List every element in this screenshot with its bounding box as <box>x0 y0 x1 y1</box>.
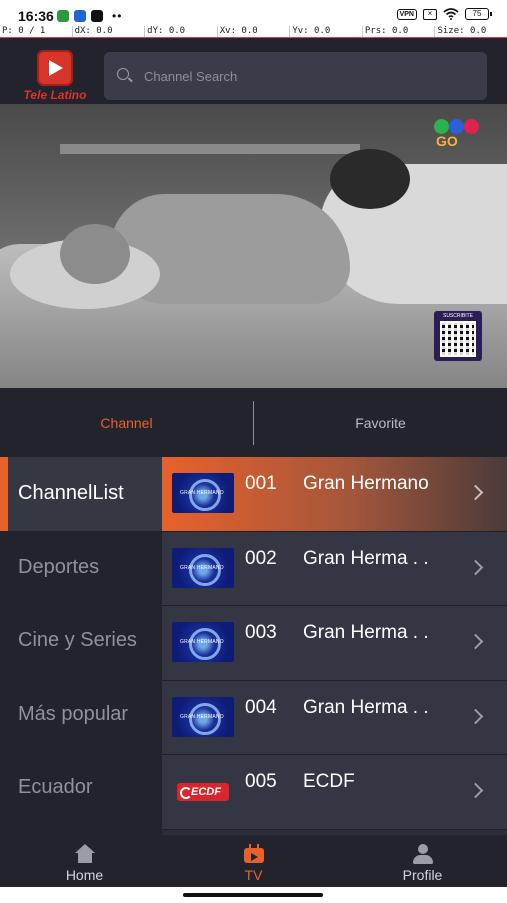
category-sidebar: ChannelList Deportes Cine y Series Más p… <box>0 457 162 835</box>
tab-bar: Channel Favorite <box>0 388 507 457</box>
system-icons: VPN × 75 <box>396 8 492 20</box>
home-gesture-bar[interactable] <box>183 893 323 897</box>
debug-dy: dY: 0.0 <box>144 26 217 37</box>
search-icon <box>117 68 133 84</box>
channel-thumbnail: ECDF <box>172 771 234 811</box>
channel-number: 003 <box>245 622 277 643</box>
profile-icon <box>412 844 434 864</box>
channel-name: Gran Herma . . <box>303 622 429 643</box>
debug-pointer: P: 0 / 1 <box>2 26 46 36</box>
broadcaster-logo-text: GO <box>436 133 458 149</box>
category-ecuador[interactable]: Ecuador <box>0 751 162 825</box>
channel-name: Gran Herma . . <box>303 696 429 718</box>
channel-thumbnail <box>172 473 234 513</box>
bottom-navigation: Home TV Profile <box>0 835 507 887</box>
channel-number: 004 <box>245 696 277 718</box>
debug-prs: Prs: 0.0 <box>361 26 435 37</box>
nav-home[interactable]: Home <box>0 835 169 887</box>
wifi-icon <box>443 8 459 20</box>
channel-thumbnail <box>172 622 234 662</box>
channel-row[interactable]: 001 Gran Hermano <box>162 457 507 532</box>
channel-search-input[interactable]: Channel Search <box>104 52 487 100</box>
qr-label: SUSCRIBITE <box>442 313 473 319</box>
nav-profile[interactable]: Profile <box>338 835 507 887</box>
broadcaster-logo: GO <box>434 119 484 151</box>
debug-size: Size: 0.0 <box>434 26 507 37</box>
chevron-right-icon <box>467 484 484 501</box>
channel-row[interactable]: 002 Gran Herma . . <box>162 531 507 606</box>
nav-home-label: Home <box>65 867 104 883</box>
channel-list: 001 Gran Hermano 002 Gran Herma . . 003 … <box>162 457 507 835</box>
debug-yv: Yv: 0.0 <box>289 26 362 37</box>
channel-thumbnail <box>172 696 234 737</box>
category-cine-y-series[interactable]: Cine y Series <box>0 604 162 678</box>
app-notification-icon <box>74 10 86 22</box>
sim-off-icon: × <box>423 8 437 20</box>
qr-code-icon <box>440 321 476 357</box>
play-logo-icon <box>37 50 73 86</box>
category-deportes[interactable]: Deportes <box>0 531 162 605</box>
vpn-icon: VPN <box>396 8 417 20</box>
tv-icon <box>243 844 265 864</box>
app-logo[interactable]: Tele Latino <box>20 50 90 104</box>
category-mas-popular[interactable]: Más popular <box>0 678 162 752</box>
battery-icon: 75 <box>465 8 492 20</box>
channel-name: Gran Hermano <box>303 473 429 494</box>
ecdf-logo: ECDF <box>177 783 229 801</box>
search-placeholder: Channel Search <box>144 68 238 84</box>
debug-xv: Xv: 0.0 <box>216 26 290 37</box>
channel-row[interactable]: 003 Gran Herma . . <box>162 606 507 681</box>
home-icon <box>74 844 96 864</box>
more-notifications-icon: •• <box>112 9 123 23</box>
app-notification-icon <box>91 10 103 22</box>
chevron-right-icon <box>467 708 484 724</box>
nav-tv-label: TV <box>244 867 263 883</box>
pointer-debug-bar: P: 0 / 1 dX: 0.0 dY: 0.0 Xv: 0.0 Yv: 0.0… <box>0 26 507 38</box>
video-player[interactable]: GO SUSCRIBITE <box>0 104 507 388</box>
category-channellist[interactable]: ChannelList <box>0 457 162 531</box>
channel-number: 002 <box>245 547 277 569</box>
gesture-area <box>0 887 507 903</box>
channel-row[interactable]: 004 Gran Herma . . <box>162 680 507 755</box>
channel-number: 001 <box>245 473 277 494</box>
tab-favorite[interactable]: Favorite <box>254 415 507 431</box>
channel-thumbnail <box>172 547 234 588</box>
app-header: Tele Latino Channel Search <box>0 38 507 104</box>
chevron-right-icon <box>467 782 484 799</box>
debug-dx: dX: 0.0 <box>71 26 145 37</box>
notification-icons: •• <box>57 9 122 23</box>
channel-name: ECDF <box>303 771 355 792</box>
app-notification-icon <box>57 10 69 22</box>
channel-number: 005 <box>245 771 277 792</box>
chevron-right-icon <box>467 633 484 650</box>
chevron-right-icon <box>467 559 484 575</box>
channel-row[interactable]: ECDF 005 ECDF <box>162 755 507 830</box>
tv-screen: Tele Latino Channel Search GO SUSCRIBITE… <box>0 38 507 887</box>
app-logo-text: Tele Latino <box>23 88 87 102</box>
channel-name: Gran Herma . . <box>303 547 429 569</box>
tab-channel[interactable]: Channel <box>0 415 253 431</box>
subscribe-qr-code: SUSCRIBITE <box>434 311 482 361</box>
status-bar: 16:36 •• VPN × 75 <box>0 0 507 26</box>
status-time: 16:36 <box>18 8 54 24</box>
nav-tv[interactable]: TV <box>169 835 338 887</box>
nav-profile-label: Profile <box>402 867 443 883</box>
